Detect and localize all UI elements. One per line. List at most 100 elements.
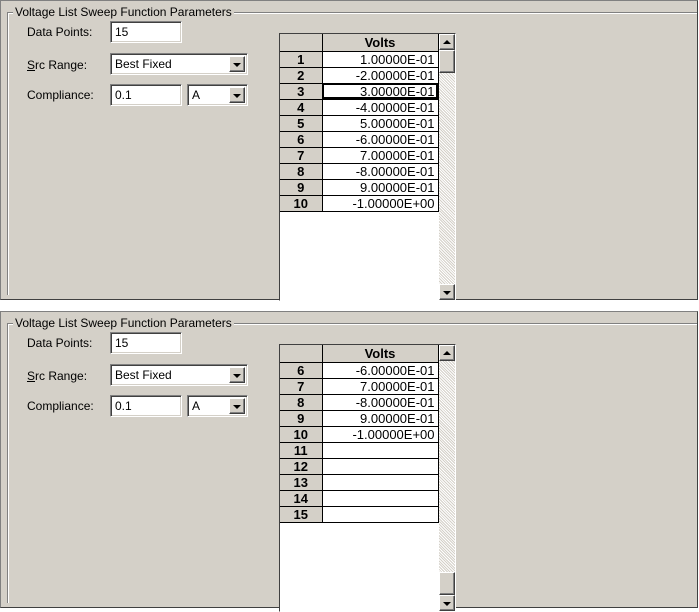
scroll-up-button[interactable] (439, 34, 455, 50)
compliance-unit-select[interactable]: A (187, 395, 248, 417)
compliance-input[interactable]: 0.1 (110, 84, 182, 106)
scroll-up-arrow-icon (443, 40, 451, 44)
volts-cell[interactable]: 9.00000E-01 (322, 179, 439, 196)
row-number: 7 (280, 378, 323, 395)
table-row[interactable]: 11 (280, 442, 439, 459)
row-number: 10 (280, 195, 323, 212)
src-range-select[interactable]: Best Fixed (110, 53, 248, 75)
table-row[interactable]: 9 9.00000E-01 (280, 179, 439, 196)
data-points-input[interactable]: 15 (110, 332, 182, 354)
table-row[interactable]: 6 -6.00000E-01 (280, 131, 439, 148)
volts-cell[interactable]: -6.00000E-01 (322, 362, 439, 379)
scroll-up-arrow-icon (443, 351, 451, 355)
dropdown-arrow-icon (233, 374, 241, 378)
parameters-groupbox: Voltage List Sweep Function Parameters D… (7, 4, 697, 301)
group-title: Voltage List Sweep Function Parameters (13, 4, 234, 20)
scroll-down-arrow-icon (443, 291, 451, 295)
scroll-down-arrow-icon (443, 602, 451, 606)
table-row[interactable]: 9 9.00000E-01 (280, 410, 439, 427)
scroll-down-button[interactable] (439, 595, 455, 611)
row-number: 7 (280, 147, 323, 164)
table-row[interactable]: 14 (280, 490, 439, 507)
scroll-up-button[interactable] (439, 345, 455, 361)
src-range-dropdown-button[interactable] (229, 56, 245, 72)
table-row[interactable]: 12 (280, 458, 439, 475)
row-number: 3 (280, 83, 323, 100)
grid-body: Volts 1 1.00000E-01 2 -2.00000E-01 3 3.00000E-… (280, 34, 439, 212)
volts-cell[interactable]: -2.00000E-01 (322, 67, 439, 84)
row-number: 6 (280, 362, 323, 379)
compliance-unit-dropdown-button[interactable] (229, 398, 245, 414)
table-row[interactable]: 13 (280, 474, 439, 491)
scroll-thumb[interactable] (439, 572, 455, 595)
compliance-unit-dropdown-button[interactable] (229, 87, 245, 103)
dropdown-arrow-icon (233, 405, 241, 409)
volts-cell[interactable] (322, 474, 439, 491)
table-row[interactable]: 5 5.00000E-01 (280, 115, 439, 132)
volts-grid[interactable]: Volts 1 1.00000E-01 2 -2.00000E-01 3 3.00000E-… (279, 33, 456, 301)
src-range-value: Best Fixed (115, 368, 172, 382)
volts-cell[interactable] (322, 490, 439, 507)
table-row[interactable]: 10 -1.00000E+00 (280, 195, 439, 212)
sweep-params-panel-1: Voltage List Sweep Function Parameters D… (0, 0, 698, 301)
data-points-label: Data Points: (27, 25, 93, 39)
table-row[interactable]: 3 3.00000E-01 (280, 83, 439, 100)
table-row[interactable]: 8 -8.00000E-01 (280, 163, 439, 180)
table-row[interactable]: 2 -2.00000E-01 (280, 67, 439, 84)
grid-body: Volts 6 -6.00000E-01 7 7.00000E-01 8 -8.00000E… (280, 345, 439, 523)
volts-cell[interactable]: 7.00000E-01 (322, 147, 439, 164)
grid-vertical-scrollbar[interactable] (439, 345, 455, 611)
compliance-unit-select[interactable]: A (187, 84, 248, 106)
volts-cell[interactable]: 5.00000E-01 (322, 115, 439, 132)
volts-cell[interactable]: 3.00000E-01 (322, 83, 439, 100)
volts-column-header: Volts (322, 345, 439, 363)
table-row[interactable]: 8 -8.00000E-01 (280, 394, 439, 411)
volts-cell[interactable]: -4.00000E-01 (322, 99, 439, 116)
src-range-label: Src Range: (27, 369, 88, 383)
scroll-thumb[interactable] (439, 50, 455, 73)
parameters-groupbox: Voltage List Sweep Function Parameters D… (7, 315, 697, 612)
table-row[interactable]: 10 -1.00000E+00 (280, 426, 439, 443)
grid-corner-cell (280, 345, 323, 363)
row-number: 14 (280, 490, 323, 507)
volts-cell[interactable]: -8.00000E-01 (322, 394, 439, 411)
table-row[interactable]: 7 7.00000E-01 (280, 378, 439, 395)
row-number: 11 (280, 442, 323, 459)
table-row[interactable]: 7 7.00000E-01 (280, 147, 439, 164)
volts-cell[interactable]: -6.00000E-01 (322, 131, 439, 148)
src-range-select[interactable]: Best Fixed (110, 364, 248, 386)
scroll-down-button[interactable] (439, 284, 455, 300)
src-range-dropdown-button[interactable] (229, 367, 245, 383)
data-points-value: 15 (115, 336, 129, 350)
volts-cell[interactable]: -1.00000E+00 (322, 195, 439, 212)
volts-grid[interactable]: Volts 6 -6.00000E-01 7 7.00000E-01 8 -8.00000E… (279, 344, 456, 612)
data-points-label: Data Points: (27, 336, 93, 350)
volts-cell[interactable] (322, 506, 439, 523)
table-row[interactable]: 1 1.00000E-01 (280, 51, 439, 68)
volts-cell[interactable]: -1.00000E+00 (322, 426, 439, 443)
data-points-value: 15 (115, 25, 129, 39)
volts-cell[interactable]: 9.00000E-01 (322, 410, 439, 427)
volts-cell[interactable]: 7.00000E-01 (322, 378, 439, 395)
row-number: 2 (280, 67, 323, 84)
table-row[interactable]: 6 -6.00000E-01 (280, 362, 439, 379)
dropdown-arrow-icon (233, 94, 241, 98)
row-number: 9 (280, 179, 323, 196)
src-range-value: Best Fixed (115, 57, 172, 71)
row-number: 12 (280, 458, 323, 475)
data-points-input[interactable]: 15 (110, 21, 182, 43)
grid-vertical-scrollbar[interactable] (439, 34, 455, 300)
sweep-params-panel-2: Voltage List Sweep Function Parameters D… (0, 311, 698, 612)
table-row[interactable]: 15 (280, 506, 439, 523)
compliance-input[interactable]: 0.1 (110, 395, 182, 417)
row-number: 4 (280, 99, 323, 116)
volts-cell[interactable] (322, 442, 439, 459)
dropdown-arrow-icon (233, 63, 241, 67)
table-row[interactable]: 4 -4.00000E-01 (280, 99, 439, 116)
volts-cell[interactable]: 1.00000E-01 (322, 51, 439, 68)
volts-cell[interactable]: -8.00000E-01 (322, 163, 439, 180)
row-number: 13 (280, 474, 323, 491)
volts-column-header: Volts (322, 34, 439, 52)
compliance-value: 0.1 (115, 399, 132, 413)
volts-cell[interactable] (322, 458, 439, 475)
